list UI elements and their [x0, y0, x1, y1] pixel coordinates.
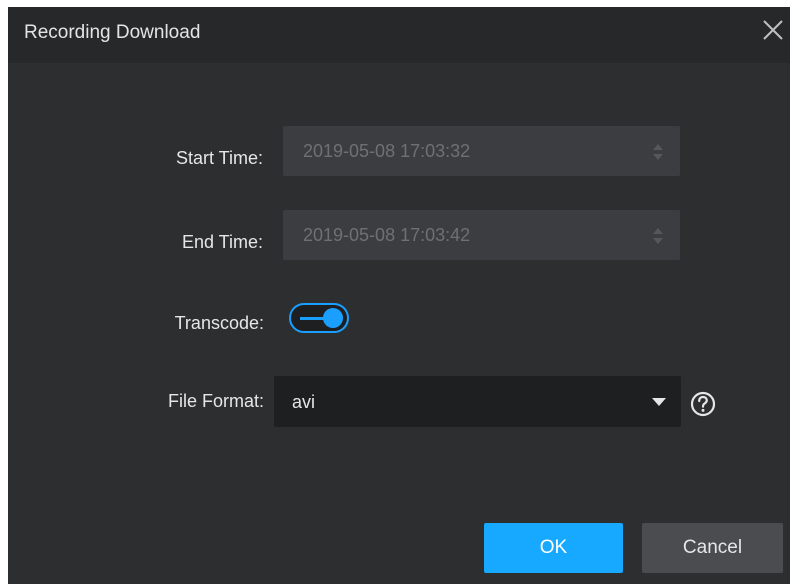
- dialog-title: Recording Download: [24, 22, 201, 43]
- recording-download-dialog: Recording Download Start Time: 2019-05-0…: [8, 7, 790, 584]
- end-time-value: 2019-05-08 17:03:42: [303, 225, 471, 245]
- dialog-title-bar: Recording Download: [8, 7, 790, 63]
- chevron-down-icon: [652, 398, 666, 406]
- ok-button[interactable]: OK: [484, 523, 623, 573]
- file-format-select[interactable]: avi: [274, 376, 681, 427]
- file-format-label: File Format:: [167, 391, 264, 411]
- toggle-knob: [323, 308, 343, 328]
- background-strip: [0, 0, 790, 7]
- end-time-field: 2019-05-08 17:03:42: [283, 210, 680, 260]
- end-time-label: End Time:: [181, 232, 263, 252]
- file-format-value: avi: [292, 392, 316, 412]
- spinner-icon: [653, 144, 663, 160]
- transcode-toggle[interactable]: [289, 303, 349, 333]
- start-time-field: 2019-05-08 17:03:32: [283, 126, 680, 176]
- close-icon[interactable]: [760, 17, 786, 43]
- cancel-button[interactable]: Cancel: [642, 523, 783, 573]
- transcode-label: Transcode:: [174, 313, 264, 333]
- start-time-value: 2019-05-08 17:03:32: [303, 141, 471, 161]
- spinner-icon: [653, 228, 663, 244]
- question-circle-icon[interactable]: [688, 389, 718, 419]
- start-time-label: Start Time:: [175, 148, 263, 168]
